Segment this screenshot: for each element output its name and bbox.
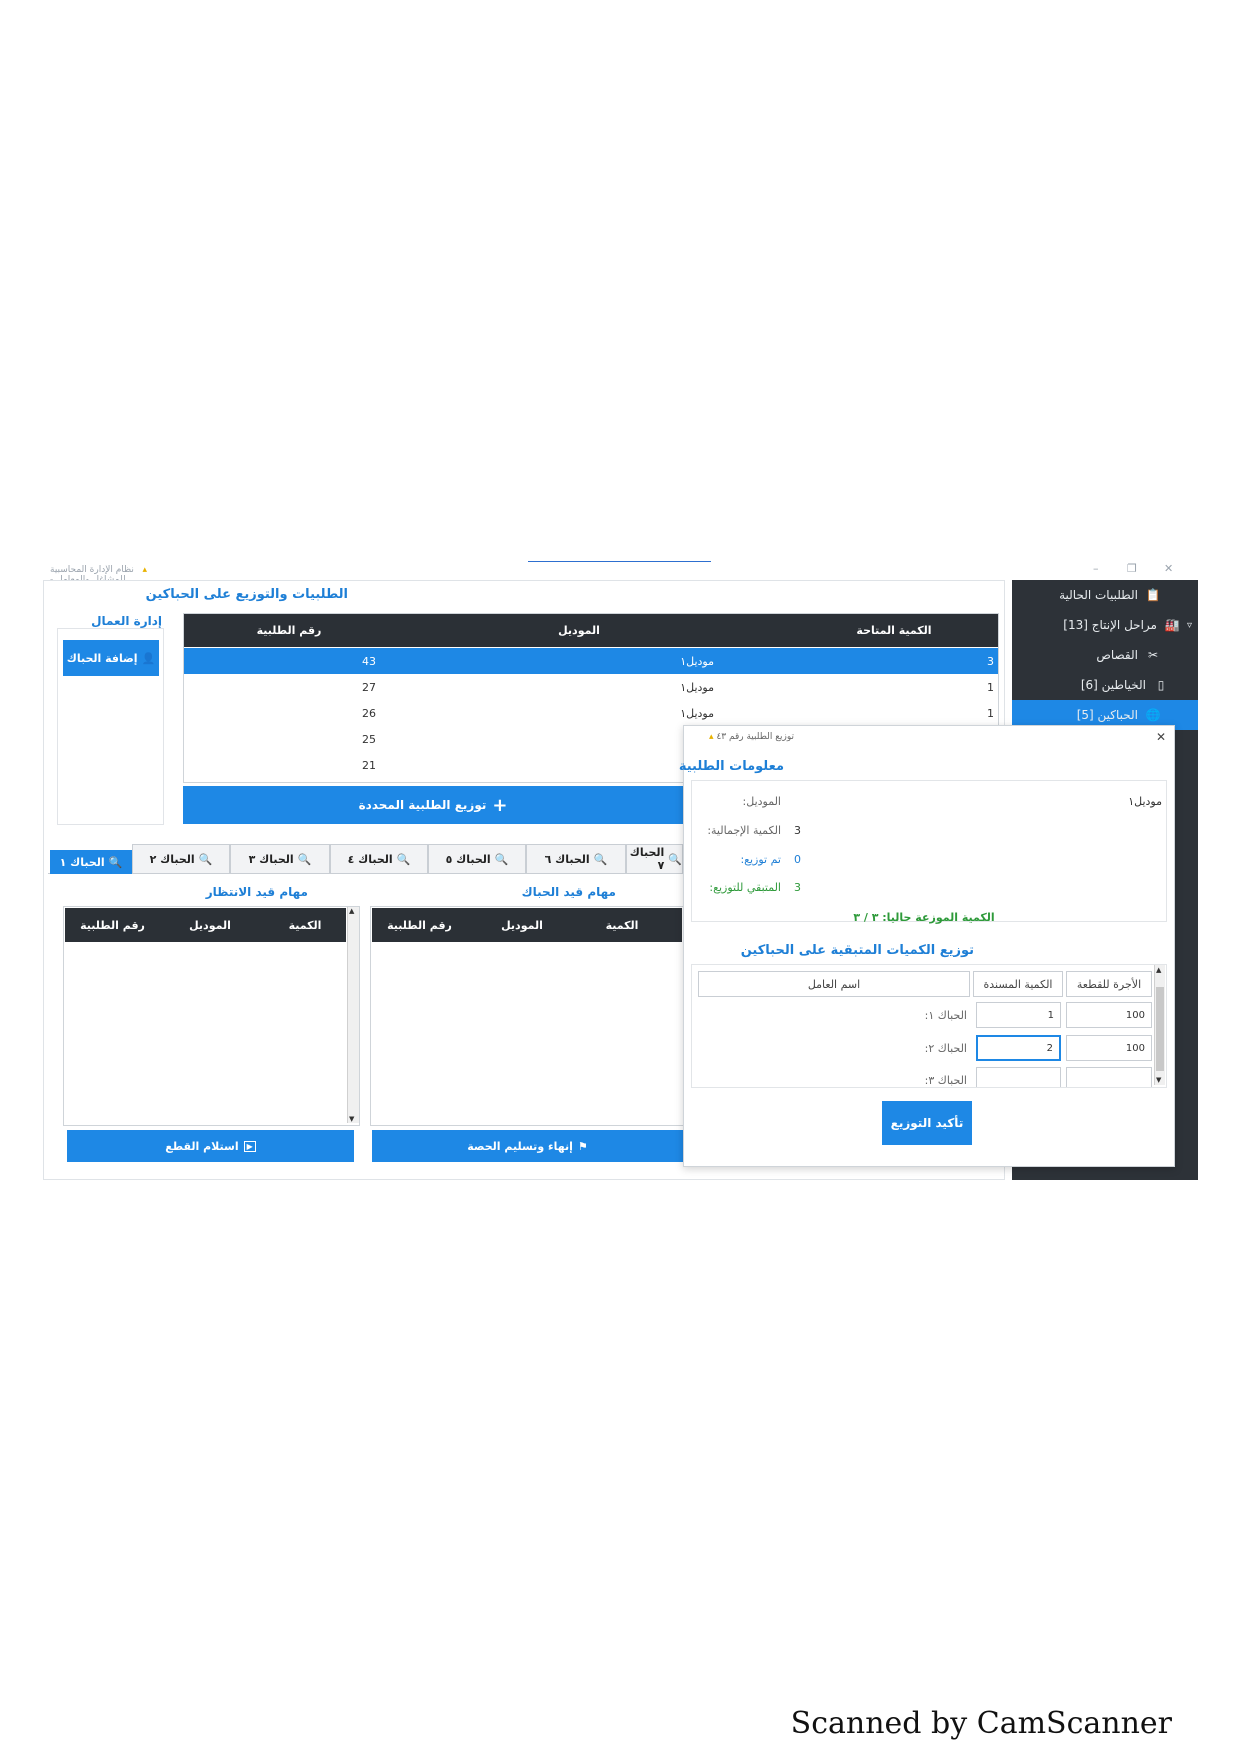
piece-rate-input[interactable] bbox=[1066, 1067, 1152, 1087]
tab-knitter-6[interactable]: 🔍 الحباك ٦ bbox=[526, 844, 626, 874]
globe-icon: 🔍 bbox=[494, 852, 509, 866]
table-row[interactable]: 1 موديل١ 26 bbox=[184, 700, 998, 726]
user-add-icon: 👤 bbox=[141, 651, 156, 665]
column-header[interactable]: رقم الطلبية bbox=[382, 919, 457, 932]
distribution-dialog: توزيع الطلبية رقم ٤٣ ▴ ✕ معلومات الطلبية… bbox=[679, 725, 1175, 1167]
table-row[interactable]: 1 موديل١ 27 bbox=[184, 674, 998, 700]
tab-knitter-5[interactable]: 🔍 الحباك ٥ bbox=[428, 844, 526, 874]
model-value: موديل١ bbox=[1128, 795, 1162, 808]
current-distribution-summary: الكمية الموزعة حاليا: ٣ / ٣ bbox=[853, 911, 995, 924]
globe-icon: 🔍 bbox=[668, 852, 682, 866]
factory-icon: 🏭 bbox=[1164, 618, 1180, 632]
model-label: الموديل: bbox=[742, 795, 781, 808]
scissors-icon: ✂ bbox=[1147, 648, 1159, 662]
play-icon: ▶ bbox=[243, 1140, 256, 1152]
assigned-qty-input[interactable]: 1 bbox=[976, 1002, 1061, 1028]
remaining-value: 3 bbox=[794, 881, 801, 894]
distribute-order-button[interactable]: + توزيع الطلبية المحددة bbox=[183, 786, 683, 824]
distributed-value: 0 bbox=[794, 853, 801, 866]
minimize-button[interactable]: – bbox=[1093, 562, 1099, 575]
worker-name: الحباك ٣: bbox=[924, 1074, 967, 1087]
orders-table-header: الكمية المتاحة الموديل رقم الطلبية bbox=[184, 614, 998, 647]
scrollbar-thumb[interactable] bbox=[1156, 987, 1164, 1071]
flag-icon: ⚑ bbox=[577, 1139, 588, 1153]
scroll-up-icon[interactable]: ▲ bbox=[349, 907, 354, 915]
window-top-accent bbox=[528, 561, 711, 562]
confirm-distribution-button[interactable]: تأكيد التوزيع bbox=[882, 1101, 972, 1145]
sidebar-item-tailors[interactable]: ▯ الخياطين [6] bbox=[1012, 670, 1198, 700]
distributed-label: تم توزيع: bbox=[740, 853, 781, 866]
tab-knitter-2[interactable]: 🔍 الحباك ٢ bbox=[132, 844, 230, 874]
receive-pieces-button[interactable]: ▶ استلام القطع bbox=[67, 1130, 354, 1162]
globe-icon: 🌐 bbox=[1145, 708, 1161, 722]
vertical-scrollbar[interactable]: ▲ ▼ bbox=[1154, 965, 1165, 1085]
total-qty-value: 3 bbox=[794, 824, 801, 837]
finish-deliver-button[interactable]: ⚑ إنهاء وتسليم الحصة bbox=[372, 1130, 683, 1162]
column-header[interactable]: رقم الطلبية bbox=[224, 624, 354, 637]
close-icon[interactable]: ✕ bbox=[1156, 730, 1166, 744]
worker-name: الحباك ٢: bbox=[924, 1042, 967, 1055]
column-header[interactable]: الموديل bbox=[514, 624, 644, 637]
inprogress-tasks-header: الكمية الموديل رقم الطلبية bbox=[372, 908, 682, 942]
workers-title: إدارة العمال bbox=[91, 614, 162, 628]
tab-knitter-4[interactable]: 🔍 الحباك ٤ bbox=[330, 844, 428, 874]
app-icon: ▴ bbox=[709, 732, 714, 742]
globe-icon: 🔍 bbox=[108, 855, 123, 869]
assigned-qty-input[interactable] bbox=[976, 1067, 1061, 1087]
waiting-tasks-title: مهام قيد الانتظار bbox=[205, 885, 308, 899]
column-header[interactable]: الكمية المتاحة bbox=[829, 624, 959, 637]
square-icon: ▯ bbox=[1157, 678, 1165, 692]
clipboard-icon: 📋 bbox=[1145, 588, 1161, 602]
tab-knitter-3[interactable]: 🔍 الحباك ٣ bbox=[230, 844, 330, 874]
remaining-label: المتبقي للتوزيع: bbox=[709, 881, 781, 894]
scanner-watermark: Scanned by CamScanner bbox=[790, 1706, 1172, 1741]
globe-icon: 🔍 bbox=[396, 852, 411, 866]
inprogress-tasks-list[interactable]: الكمية الموديل رقم الطلبية bbox=[370, 906, 684, 1126]
globe-icon: 🔍 bbox=[297, 852, 312, 866]
chevron-down-icon[interactable]: ▿ bbox=[1187, 620, 1192, 631]
column-header: الكمية المسندة bbox=[973, 971, 1063, 997]
close-window-button[interactable]: ✕ bbox=[1164, 562, 1173, 575]
total-qty-label: الكمية الإجمالية: bbox=[707, 824, 781, 837]
scroll-down-icon[interactable]: ▼ bbox=[349, 1115, 354, 1123]
globe-icon: 🔍 bbox=[198, 852, 213, 866]
table-row[interactable]: 3 موديل١ 43 bbox=[184, 648, 998, 674]
piece-rate-input[interactable]: 100 bbox=[1066, 1002, 1152, 1028]
column-header: الأجرة للقطعة bbox=[1066, 971, 1152, 997]
waiting-tasks-list[interactable]: الكمية الموديل رقم الطلبية ▲ ▼ bbox=[63, 906, 360, 1126]
restore-button[interactable]: ❐ bbox=[1127, 562, 1137, 575]
scroll-up-icon[interactable]: ▲ bbox=[1156, 966, 1161, 974]
sidebar-item-cutters[interactable]: ✂ القصاص bbox=[1012, 640, 1198, 670]
column-header[interactable]: الموديل bbox=[175, 919, 245, 932]
tab-knitter-7[interactable]: 🔍 الحباك ٧ bbox=[626, 844, 683, 874]
order-info-title: معلومات الطلبية bbox=[678, 759, 784, 774]
vertical-scrollbar[interactable]: ▲ ▼ bbox=[347, 907, 359, 1123]
assigned-qty-input[interactable]: 2 bbox=[976, 1035, 1061, 1061]
add-worker-button[interactable]: 👤 إضافة الحباك bbox=[63, 640, 159, 676]
piece-rate-input[interactable]: 100 bbox=[1066, 1035, 1152, 1061]
inprogress-tasks-title: مهام قيد الحباك bbox=[521, 885, 616, 899]
dialog-title: توزيع الطلبية رقم ٤٣ ▴ bbox=[709, 732, 794, 742]
order-info-panel: الموديل: موديل١ الكمية الإجمالية: 3 تم ت… bbox=[691, 780, 1167, 922]
window-titlebar: ▴ نظام الإدارة المحاسبية للمشاغل والمعام… bbox=[40, 565, 1040, 605]
globe-icon: 🔍 bbox=[593, 852, 608, 866]
column-header[interactable]: الموديل bbox=[487, 919, 557, 932]
tab-knitter-1[interactable]: 🔍 الحباك ١ bbox=[50, 850, 132, 874]
waiting-tasks-header: الكمية الموديل رقم الطلبية bbox=[65, 908, 346, 942]
plus-icon: + bbox=[492, 794, 508, 816]
scroll-down-icon[interactable]: ▼ bbox=[1156, 1076, 1161, 1084]
sidebar-item-current-orders[interactable]: 📋 الطلبيات الحالية bbox=[1012, 580, 1198, 610]
column-header[interactable]: الكمية bbox=[275, 919, 335, 932]
worker-name: الحباك ١: bbox=[924, 1009, 967, 1022]
distribution-panel: اسم العامل الكمية المسندة الأجرة للقطعة … bbox=[691, 964, 1167, 1088]
column-header[interactable]: رقم الطلبية bbox=[75, 919, 150, 932]
distribution-title: توزيع الكميات المتبقية على الحباكين bbox=[740, 943, 974, 958]
column-header[interactable]: الكمية bbox=[592, 919, 652, 932]
page-title: الطلبيات والتوزيع على الحباكين bbox=[145, 587, 348, 602]
sidebar-item-production-stages[interactable]: ▿ 🏭 مراحل الإنتاج [13] bbox=[1012, 610, 1198, 640]
column-header: اسم العامل bbox=[698, 971, 970, 997]
